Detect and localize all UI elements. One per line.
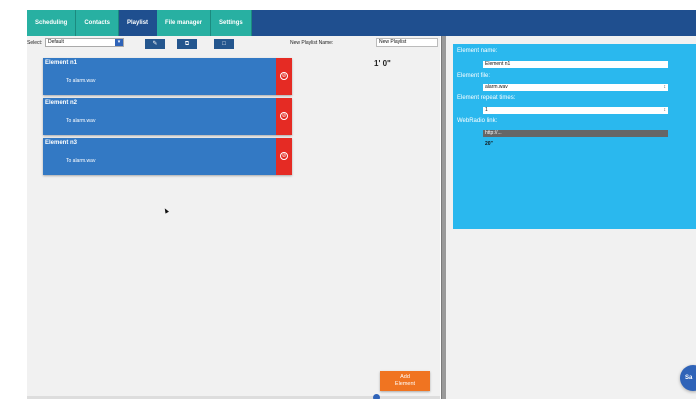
element-file: To alarm.wav [66,118,96,124]
playlist-duration: 1' 0" [374,59,391,68]
element-name: Element n3 [45,140,78,146]
main-tabs: Scheduling Contacts Playlist File manage… [27,10,252,36]
element-file: To alarm.wav [66,158,96,164]
element-file-value: alarm.wav [485,84,508,90]
element-name-input[interactable]: Element n1 [483,61,668,68]
playlist-select-value: Default [48,39,64,45]
select-arrows-icon: ↕ [663,84,667,90]
new-document-icon: □ [222,41,226,47]
delete-element-button[interactable]: ⊘ [276,98,292,135]
webradio-link-input[interactable]: http://... [483,130,668,137]
webradio-duration-value: 20" [485,141,493,147]
playlist-element-card[interactable]: Element n1 To alarm.wav ⊘ [43,58,292,95]
playlist-pane: Select: Default ▾ ✎ ⧉ □ New Playlist Nam… [27,36,440,399]
remove-icon: ⊘ [280,112,288,120]
add-element-button[interactable]: Add Element [380,371,430,391]
playlist-name-label: New Playlist Name: [290,40,334,46]
remove-icon: ⊘ [280,72,288,80]
element-repeat-label: Element repeat times: [457,95,516,101]
element-repeat-input[interactable]: 1 ↕ [483,107,668,114]
playlist-element-card[interactable]: Element n2 To alarm.wav ⊘ [43,98,292,135]
copy-playlist-button[interactable]: ⧉ [177,39,197,49]
webradio-link-label: WebRadio link: [457,118,498,124]
playlist-select[interactable]: Default ▾ [45,38,124,47]
playlist-name-input[interactable]: New Playlist [376,38,438,47]
element-file-label: Element file: [457,73,491,79]
element-file-select[interactable]: alarm.wav ↕ [483,84,668,91]
tab-settings[interactable]: Settings [211,10,252,36]
playlist-select-label: Select: [27,40,43,46]
tab-playlist[interactable]: Playlist [119,10,158,36]
properties-pane: Element name: Element n1 Element file: a… [446,36,696,399]
edit-playlist-button[interactable]: ✎ [145,39,165,49]
element-properties-panel: Element name: Element n1 Element file: a… [453,44,696,229]
tab-file-manager[interactable]: File manager [157,10,212,36]
tab-scheduling[interactable]: Scheduling [27,10,77,36]
stepper-icon[interactable]: ↕ [664,107,667,114]
element-file: To alarm.wav [66,78,96,84]
chevron-down-icon[interactable]: ▾ [115,39,123,46]
element-name-label: Element name: [457,48,498,54]
header-strip [230,10,696,36]
edit-icon: ✎ [152,41,158,47]
tab-contacts[interactable]: Contacts [76,10,120,36]
new-playlist-button[interactable]: □ [214,39,234,49]
playlist-element-card[interactable]: Element n3 To alarm.wav ⊘ [43,138,292,175]
add-element-label-line2: Element [394,381,416,387]
element-name: Element n1 [45,60,78,66]
remove-icon: ⊘ [280,152,288,160]
scrollbar-handle[interactable] [373,394,380,399]
delete-element-button[interactable]: ⊘ [276,138,292,175]
add-element-label-line1: Add [400,374,410,380]
element-name: Element n2 [45,100,78,106]
copy-icon: ⧉ [184,41,190,47]
delete-element-button[interactable]: ⊘ [276,58,292,95]
element-repeat-value: 1 [485,107,488,113]
top-bar: Scheduling Contacts Playlist File manage… [0,0,696,36]
